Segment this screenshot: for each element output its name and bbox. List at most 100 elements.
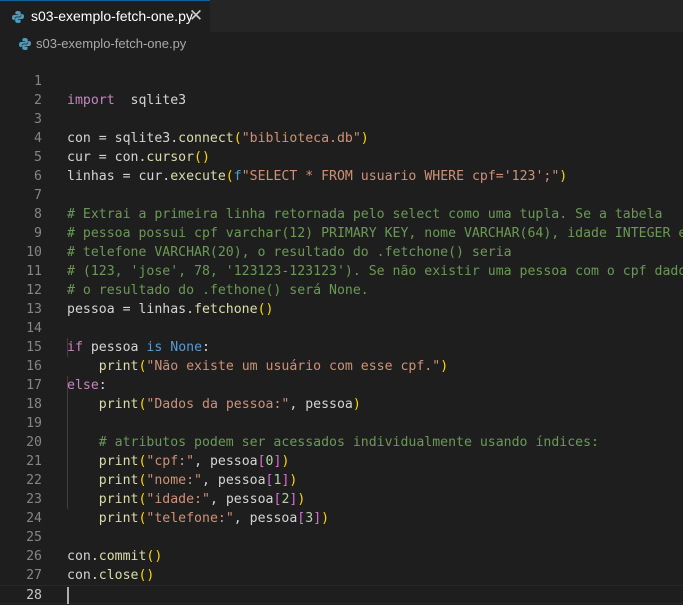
code-line[interactable]: 5 cur = con.cursor() (0, 148, 683, 167)
code-token: ) (440, 359, 449, 374)
code-token: , pessoa (194, 454, 258, 469)
code-line[interactable]: 9 # pessoa possui cpf varchar(12) PRIMARY… (0, 224, 683, 243)
code-token: None (170, 340, 203, 355)
code-line[interactable]: 23 print("idade:", pessoa[2]) (0, 490, 683, 509)
code-line[interactable]: 19 (0, 414, 683, 433)
line-number: 1 (34, 74, 42, 89)
code-line[interactable]: 13 pessoa = linhas.fetchone() (0, 300, 683, 319)
code-line[interactable]: 20 # atributos podem ser acessados indiv… (0, 433, 683, 452)
code-text: import sqlite3 (67, 91, 186, 110)
code-line[interactable]: 10 # telefone VARCHAR(20), o resultado do… (0, 243, 683, 262)
code-line[interactable]: 16 print("Não existe um usuário com esse… (0, 357, 683, 376)
code-line[interactable]: 27 con.close() (0, 566, 683, 585)
code-line[interactable]: 1 (0, 72, 683, 91)
breadcrumb: s03-exemplo-fetch-one.py (0, 32, 683, 56)
code-line[interactable]: 24 print("telefone:", pessoa[3]) (0, 509, 683, 528)
code-editor[interactable]: 1 2 import sqlite3 3 4 con = sqlite3.connect(… (0, 72, 683, 604)
code-token: cursor (146, 150, 195, 165)
line-number: 12 (26, 283, 42, 298)
code-token: cur = con. (67, 150, 147, 165)
code-token: commit (98, 549, 147, 564)
code-token: : (202, 340, 210, 355)
code-token: () (257, 302, 274, 317)
line-number: 14 (26, 321, 42, 336)
code-text: # pessoa possui cpf varchar(12) PRIMARY … (67, 224, 683, 243)
code-token: connect (178, 131, 234, 146)
code-token: print (98, 473, 139, 488)
code-line[interactable]: 15 if pessoa is None: (0, 338, 683, 357)
breadcrumb-filename[interactable]: s03-exemplo-fetch-one.py (36, 36, 186, 51)
code-token: print (98, 397, 139, 412)
editor-tab[interactable]: s03-exemplo-fetch-one.py ✕ (0, 0, 210, 32)
code-token: , pessoa (209, 492, 274, 507)
code-text: pessoa = linhas.fetchone() (67, 300, 273, 319)
line-number: 3 (34, 112, 42, 127)
line-number: 22 (26, 473, 42, 488)
line-number: 4 (34, 131, 42, 146)
code-token: ] (313, 511, 322, 526)
line-number: 19 (26, 416, 42, 431)
code-token: # (123, 'jose', 78, '123123-123123'). Se… (67, 264, 683, 279)
code-line[interactable]: 14 (0, 319, 683, 338)
code-line[interactable]: 17 else: (0, 376, 683, 395)
code-text: # Extrai a primeira linha retornada pelo… (67, 205, 662, 224)
code-line[interactable]: 26 con.commit() (0, 547, 683, 566)
code-token: con. (67, 568, 99, 583)
code-line[interactable]: 3 (0, 110, 683, 129)
code-token: , pessoa (233, 511, 298, 526)
line-number: 7 (34, 188, 42, 203)
code-line[interactable]: 25 (0, 528, 683, 547)
code-line[interactable]: 7 (0, 186, 683, 205)
code-token: ) (321, 511, 330, 526)
code-token: () (194, 150, 210, 165)
line-number: 11 (26, 264, 42, 279)
line-number: 10 (26, 245, 42, 260)
code-token: : (98, 378, 107, 393)
code-token: () (146, 549, 163, 564)
code-token: "idade:" (146, 492, 210, 507)
code-line[interactable]: 28 (0, 585, 683, 604)
code-line[interactable]: 2 import sqlite3 (0, 91, 683, 110)
code-token: ) (297, 492, 306, 507)
line-number: 17 (26, 378, 42, 393)
code-text: if pessoa is None: (67, 338, 210, 357)
line-number: 21 (26, 454, 42, 469)
code-token: con. (67, 549, 99, 564)
code-token: fetchone (194, 302, 258, 317)
code-line[interactable]: 4 con = sqlite3.connect("biblioteca.db") (0, 129, 683, 148)
code-line[interactable]: 21 print("cpf:", pessoa[0]) (0, 452, 683, 471)
line-number: 9 (34, 226, 42, 241)
line-number: 20 (26, 435, 42, 450)
code-text: print("cpf:", pessoa[0]) (67, 452, 290, 471)
code-token: pessoa (82, 340, 147, 355)
code-token: close (98, 568, 139, 583)
code-line[interactable]: 11 # (123, 'jose', 78, '123123-123123'). … (0, 262, 683, 281)
code-line[interactable]: 18 print("Dados da pessoa:", pessoa) (0, 395, 683, 414)
code-token: "SELECT * FROM usuario WHERE cpf='123';" (241, 169, 560, 184)
code-token: ( (225, 169, 234, 184)
code-line[interactable]: 22 print("nome:", pessoa[1]) (0, 471, 683, 490)
code-text: print("idade:", pessoa[2]) (67, 490, 306, 509)
line-number: 18 (26, 397, 42, 412)
code-line[interactable]: 12 # o resultado do .fethone() será None. (0, 281, 683, 300)
code-token: [ (257, 454, 266, 469)
close-icon[interactable]: ✕ (186, 6, 206, 26)
code-text: print("nome:", pessoa[1]) (67, 471, 298, 490)
tab-bar: s03-exemplo-fetch-one.py ✕ (0, 0, 683, 32)
line-number: 25 (26, 530, 42, 545)
line-number: 23 (26, 492, 42, 507)
code-token: ) (281, 454, 290, 469)
code-line[interactable]: 6 linhas = cur.execute(f"SELECT * FROM us… (0, 167, 683, 186)
code-token: # pessoa possui cpf varchar(12) PRIMARY … (67, 226, 683, 241)
code-token: print (98, 492, 139, 507)
code-token: con = sqlite3. (67, 131, 179, 146)
code-token: # Extrai a primeira linha retornada pelo… (67, 207, 663, 222)
code-line[interactable]: 8 # Extrai a primeira linha retornada pel… (0, 205, 683, 224)
code-text: else: (67, 376, 107, 395)
